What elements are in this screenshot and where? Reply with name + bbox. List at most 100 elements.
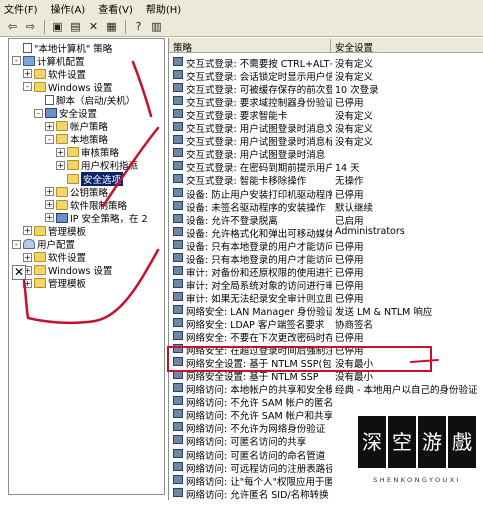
column-divider[interactable]	[330, 39, 331, 52]
tree-node[interactable]: + 软件限制策略	[45, 198, 127, 212]
table-row[interactable]: 设备: 未签名驱动程序的安装操作 默认继续	[169, 200, 483, 214]
table-row[interactable]: 网络安全: 不要在下次更改密码时存储 已停用	[169, 330, 483, 345]
policy-setting: 已停用	[335, 254, 364, 266]
tree-node[interactable]: 脚本（启动/关机）	[34, 93, 135, 107]
menu-item[interactable]: 文件(F)	[4, 1, 38, 16]
collapse-icon[interactable]: -	[45, 134, 54, 144]
menu-item[interactable]: 查看(V)	[98, 1, 133, 16]
watermark-text: SHENKONGYOUXI	[373, 476, 461, 484]
table-row[interactable]: 交互式登录: 用户试图登录时消息文字 没有定义	[169, 121, 483, 136]
menu-item[interactable]: 操作(A)	[51, 1, 86, 16]
table-row[interactable]: 网络安全: LDAP 客户端签名要求 协商签名	[169, 317, 483, 331]
help-icon[interactable]: ?	[130, 19, 147, 35]
shield-icon	[56, 212, 68, 223]
tree-node-label: 管理模板	[48, 226, 87, 238]
tree-node[interactable]: + 软件设置	[23, 251, 86, 264]
column-header-setting[interactable]: 安全设置	[335, 40, 373, 54]
policy-icon	[173, 122, 183, 132]
policy-icon	[173, 135, 183, 145]
policy-name: 网络安全: 不要在下次更改密码时存储	[186, 333, 332, 345]
table-row[interactable]: 设备: 允许格式化和弹出可移动媒体 Administrators	[169, 225, 483, 240]
tree-node[interactable]: + 公钥策略	[45, 185, 108, 199]
policy-name: 网络访问: 可匿名访问的共享	[186, 437, 307, 449]
collapse-icon[interactable]: -	[34, 108, 43, 118]
table-row[interactable]: 审计: 如果无法纪录安全审计则立即关闭已停用	[169, 291, 483, 305]
tree-node[interactable]: + 帐户策略	[45, 120, 108, 133]
table-row[interactable]: 网络安全: 在超过登录时间后强制注销 已停用	[169, 343, 483, 357]
table-row[interactable]: 交互式登录: 在密码到期前提示用户更改14 天	[169, 160, 483, 174]
tree-node[interactable]: + 软件设置	[23, 67, 86, 81]
column-header-policy[interactable]: 策略	[173, 40, 192, 54]
close-icon[interactable]: ✕	[12, 265, 26, 280]
table-row[interactable]: 交互式登录: 要求域控制器身份验证 已停用	[169, 95, 483, 109]
tree-node[interactable]: + 审核策略	[56, 146, 119, 159]
folder-icon	[56, 199, 68, 210]
folder-icon	[56, 134, 68, 145]
tree-node[interactable]: + 管理模板	[23, 224, 87, 238]
toolbar: ⇦ ⇨ ▣ ▤ ✕ ▦ ? ▥	[0, 17, 483, 37]
forward-arrow-icon[interactable]: ⇨	[22, 19, 39, 35]
expand-icon[interactable]: +	[56, 160, 65, 170]
folder-icon	[56, 186, 68, 197]
policy-icon	[173, 318, 183, 327]
table-row[interactable]: 网络安全设置: 基于 NTLM SSP(包括 没有最小	[169, 356, 483, 370]
policy-icon	[173, 396, 183, 406]
expand-icon[interactable]: +	[45, 213, 54, 223]
table-row[interactable]: 交互式登录: 可被缓存保存的前次登录个数10 次登录	[169, 82, 483, 96]
table-row[interactable]: 设备: 防止用户安装打印机驱动程序 已停用	[169, 187, 483, 201]
back-arrow-icon[interactable]: ⇦	[4, 19, 21, 35]
expand-icon[interactable]: +	[56, 147, 65, 157]
tree-node[interactable]: "本地计算机" 策略	[12, 41, 112, 55]
policy-setting: Administrators	[335, 225, 405, 237]
collapse-icon[interactable]: -	[12, 239, 21, 249]
tree-node[interactable]: 安全选项	[56, 171, 124, 186]
console-icon[interactable]: ▥	[148, 19, 165, 35]
table-row[interactable]: 网络安全设置: 基于 NTLM SSP 没有最小	[169, 369, 483, 383]
tree-node[interactable]: - 安全设置	[34, 107, 97, 120]
expand-icon[interactable]: +	[23, 69, 32, 79]
expand-icon[interactable]: +	[45, 121, 54, 131]
tree-node-label: 安全选项	[81, 171, 124, 186]
collapse-icon[interactable]: -	[23, 82, 32, 92]
tree-node[interactable]: - 本地策略	[45, 133, 108, 146]
tree-node[interactable]: - 计算机配置	[12, 54, 85, 68]
expand-icon[interactable]: +	[45, 200, 54, 210]
policy-tree[interactable]: "本地计算机" 策略 - 计算机配置 + 软件设置 - Windows 设置 脚本（启动/关机…	[8, 38, 165, 495]
tree-node[interactable]: + IP 安全策略，在 2	[45, 211, 148, 225]
table-row[interactable]: 网络访问: 不允许 SAM 帐户的匿名枚举	[169, 395, 483, 410]
collapse-icon[interactable]: -	[12, 56, 21, 66]
menu-item[interactable]: 帮助(H)	[146, 1, 181, 16]
table-row[interactable]: 交互式登录: 会话锁定时显示用户信息 没有定义	[169, 69, 483, 83]
table-row[interactable]: 交互式登录: 用户试图登录时消息	[169, 147, 483, 161]
table-row[interactable]: 网络安全: LAN Manager 身份验证级别发送 LM & NTLM 响应	[169, 304, 483, 318]
tree-node[interactable]: - Windows 设置	[23, 80, 112, 94]
tree-node[interactable]: - 用户配置	[12, 238, 75, 251]
table-row[interactable]: 审计: 对全局系统对象的访问进行审计 已停用	[169, 278, 483, 292]
table-row[interactable]: 审计: 对备份和还原权限的使用进行审计已停用	[169, 265, 483, 279]
up-folder-icon[interactable]: ▣	[49, 19, 66, 35]
tree-node[interactable]: + Windows 设置	[23, 264, 112, 277]
expand-icon[interactable]: +	[23, 252, 32, 262]
policy-name: 交互式登录: 用户试图登录时消息文字	[186, 124, 332, 136]
table-row[interactable]: 设备: 允许不登录脱离 已启用	[169, 213, 483, 227]
table-row[interactable]: 交互式登录: 智能卡移除操作 无操作	[169, 173, 483, 187]
watermark-char: 戲	[448, 416, 476, 468]
policy-name: 网络访问: 不允许 SAM 帐户的匿名枚举	[186, 398, 332, 410]
tree-node[interactable]: + 管理模板	[23, 277, 86, 290]
expand-icon[interactable]: +	[45, 187, 54, 197]
policy-icon	[173, 226, 183, 236]
table-row[interactable]: 设备: 只有本地登录的用户才能访问光盘已停用	[169, 252, 483, 266]
table-row[interactable]: 设备: 只有本地登录的用户才能访问软盘已停用	[169, 239, 483, 253]
table-row[interactable]: 交互式登录: 要求智能卡 没有定义	[169, 108, 483, 122]
tree-node[interactable]: + 用户权利指派	[56, 159, 138, 172]
table-row[interactable]: 交互式登录: 不需要按 CTRL+ALT+DEL没有定义	[169, 56, 483, 70]
expand-icon[interactable]: +	[23, 226, 32, 236]
delete-icon[interactable]: ✕	[85, 19, 102, 35]
table-row[interactable]: 交互式登录: 用户试图登录时消息标题 没有定义	[169, 134, 483, 148]
policy-name: 设备: 允许不登录脱离	[186, 215, 278, 227]
show-hide-tree-icon[interactable]: ▤	[67, 19, 84, 35]
properties-icon[interactable]: ▦	[103, 19, 120, 35]
expand-icon[interactable]: +	[23, 278, 32, 288]
table-row[interactable]: 网络访问: 本地帐户的共享和安全模式 经典 - 本地用户以自己的身份验证	[169, 382, 483, 396]
policy-icon	[173, 265, 183, 275]
